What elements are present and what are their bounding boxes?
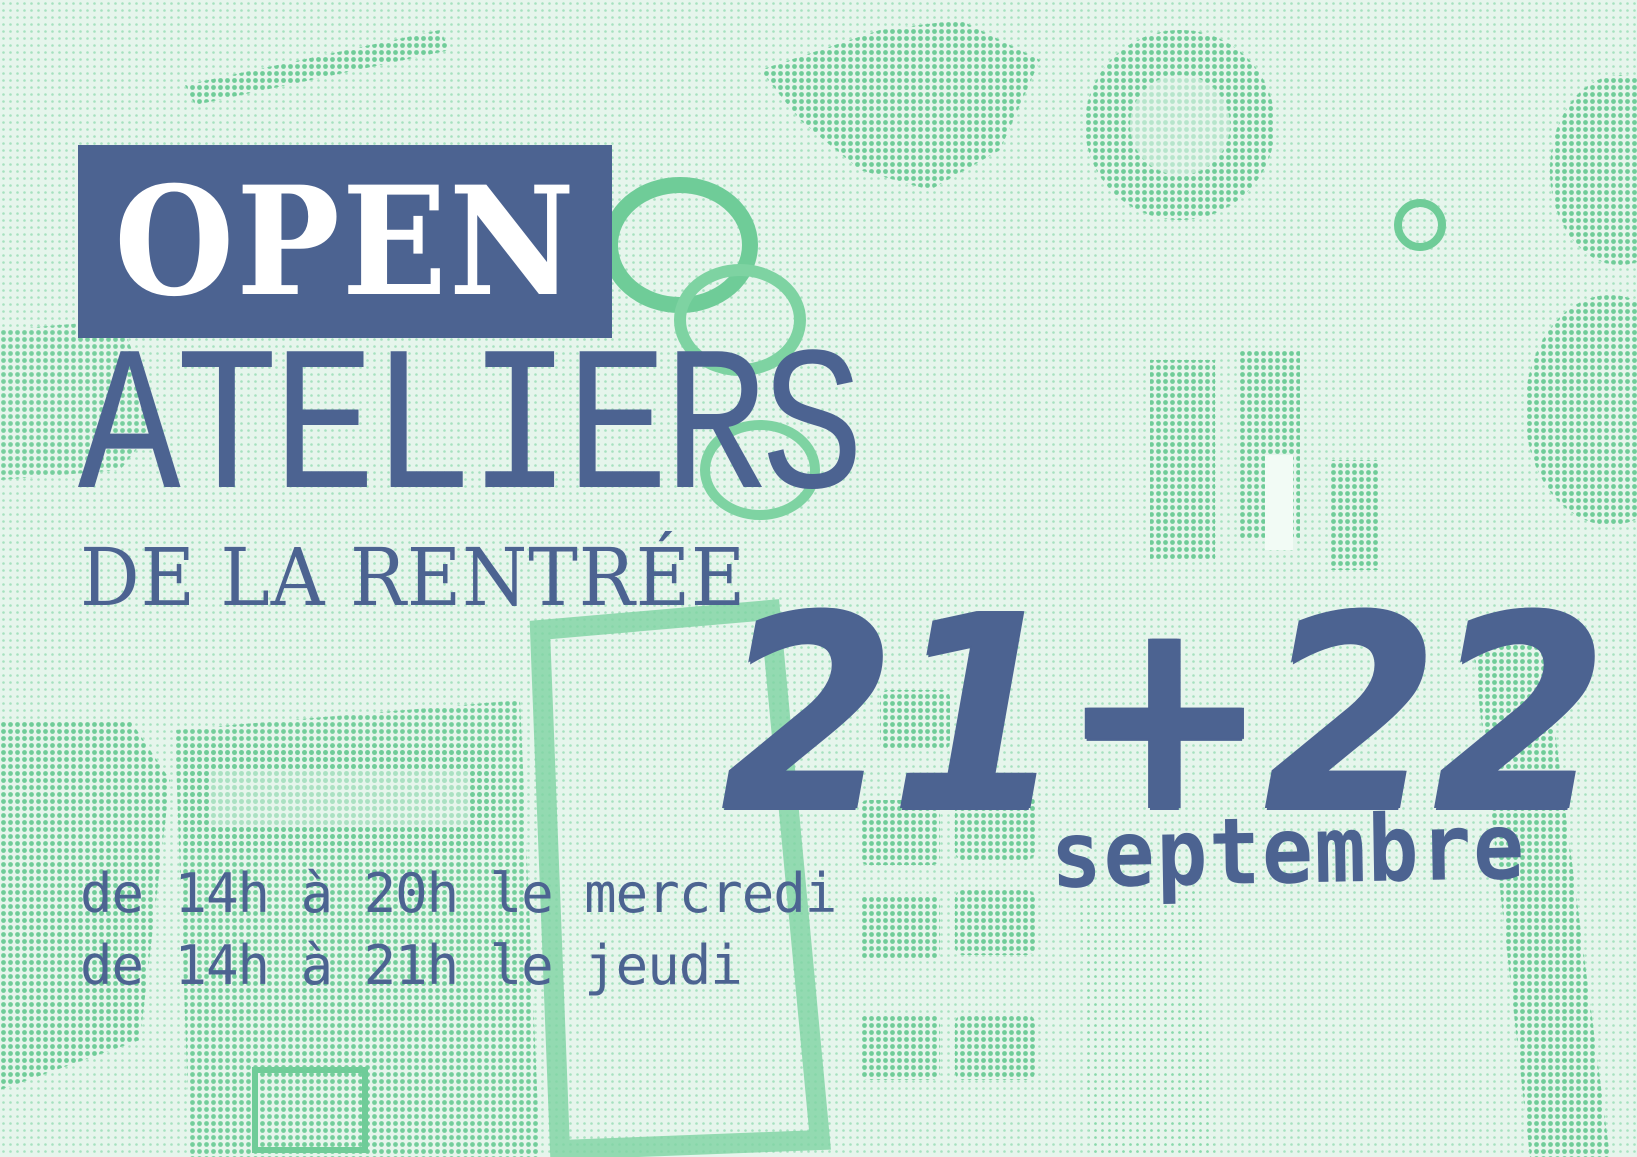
open-banner: OPEN <box>78 145 612 338</box>
subtitle-rentree: DE LA RENTRÉE <box>80 531 747 624</box>
headline-open: OPEN <box>113 153 577 330</box>
opening-hours: de 14h à 20h le mercredi de 14h à 21h le… <box>80 858 837 1002</box>
event-month: septembre <box>1049 792 1527 909</box>
hours-wednesday: de 14h à 20h le mercredi <box>80 862 837 925</box>
hours-thursday: de 14h à 21h le jeudi <box>80 934 743 997</box>
poster: OPEN ATELIERS DE LA RENTRÉE 21+22 septem… <box>0 0 1637 1157</box>
title-ateliers: ATELIERS <box>78 316 864 549</box>
